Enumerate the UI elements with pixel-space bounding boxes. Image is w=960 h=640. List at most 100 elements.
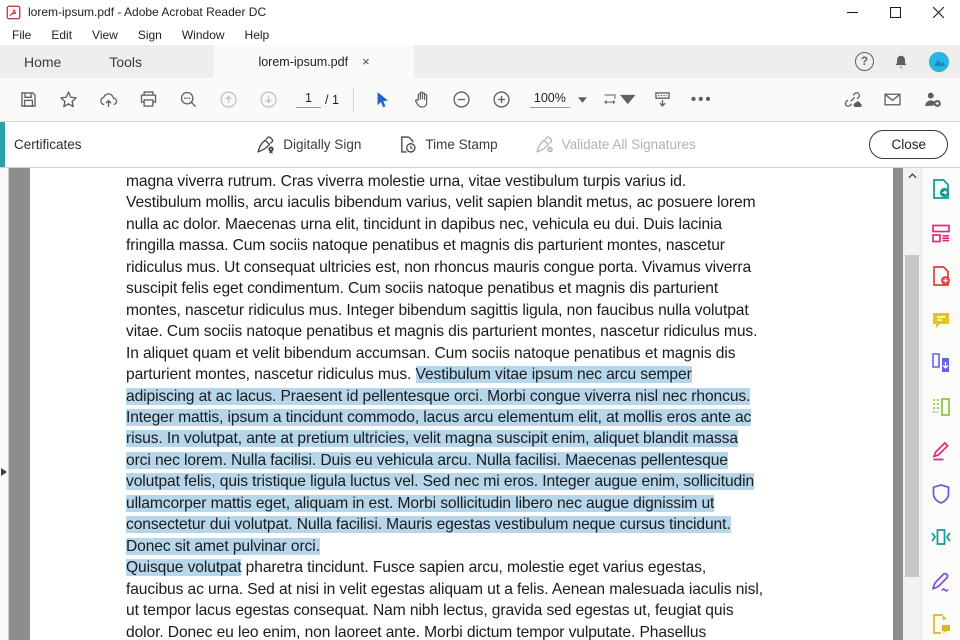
comment-icon[interactable] [929, 308, 953, 332]
document-text-segment[interactable]: Vestibulum mollis, arcu iaculis bibendum… [126, 194, 755, 211]
document-text-segment[interactable]: ut tempor lacus egestas consequat. Nam n… [126, 602, 734, 619]
document-line[interactable]: consectetur dui volutpat. Nulla facilisi… [126, 514, 893, 535]
document-line[interactable]: ridiculus mus. Ut consequat ultricies es… [126, 257, 893, 278]
menu-help[interactable]: Help [235, 26, 280, 44]
document-line[interactable]: Quisque volutpat pharetra tincidunt. Fus… [126, 557, 893, 578]
upload-cloud-icon[interactable] [95, 87, 121, 113]
zoom-out-icon[interactable] [449, 87, 475, 113]
document-line[interactable]: volutpat felis, quis tristique ligula lu… [126, 471, 893, 492]
save-icon[interactable] [15, 87, 41, 113]
document-line[interactable]: orci nec lorem. Nulla facilisi. Duis eu … [126, 450, 893, 471]
hand-tool-icon[interactable] [409, 87, 435, 113]
selected-text[interactable]: Integer mattis, ipsum a tincidunt commod… [126, 409, 751, 426]
search-icon[interactable] [175, 87, 201, 113]
close-button[interactable]: Close [869, 130, 948, 159]
share-link-icon[interactable] [839, 87, 865, 113]
selected-text[interactable]: Donec sit amet pulvinar orci. [126, 538, 320, 555]
user-avatar[interactable] [928, 51, 950, 73]
previous-page-icon[interactable] [215, 87, 241, 113]
document-text-segment[interactable]: fringilla massa. Cum sociis natoque pena… [126, 237, 725, 254]
document-line[interactable]: fringilla massa. Cum sociis natoque pena… [126, 235, 893, 256]
validate-all-signatures-button[interactable]: Validate All Signatures [534, 134, 696, 155]
document-line[interactable]: In aliquet quam et velit bibendum accums… [126, 343, 893, 364]
document-text-segment[interactable]: parturient montes, nascetur ridiculus mu… [126, 366, 416, 383]
tab-close-icon[interactable]: × [362, 55, 370, 68]
selected-text[interactable]: volutpat felis, quis tristique ligula lu… [126, 473, 754, 490]
zoom-level-value[interactable]: 100% [530, 91, 570, 108]
document-line[interactable]: montes, nascetur ridiculus mus. Integer … [126, 300, 893, 321]
document-text-segment[interactable]: pharetra tincidunt. Fusce sapien arcu, m… [241, 559, 706, 576]
document-text-segment[interactable]: In aliquet quam et velit bibendum accums… [126, 345, 735, 362]
select-tool-icon[interactable] [369, 87, 395, 113]
email-icon[interactable] [879, 87, 905, 113]
page-number-input[interactable]: 1 [296, 91, 321, 108]
menu-edit[interactable]: Edit [41, 26, 82, 44]
document-text-segment[interactable]: faucibus ac urna. Sed at nisi in velit e… [126, 581, 763, 598]
maximize-icon[interactable] [874, 0, 917, 24]
navigation-pane-collapsed[interactable] [0, 168, 9, 640]
compress-pdf-icon[interactable] [929, 525, 953, 549]
scroll-up-icon[interactable] [903, 168, 921, 183]
document-text-segment[interactable]: nulla ac dolor. Maecenas urna elit, tinc… [126, 216, 722, 233]
close-icon[interactable] [917, 0, 960, 24]
print-icon[interactable] [135, 87, 161, 113]
highlight-icon[interactable] [929, 438, 953, 462]
star-icon[interactable] [55, 87, 81, 113]
scroll-mode-icon[interactable] [650, 87, 676, 113]
document-line[interactable]: Vestibulum mollis, arcu iaculis bibendum… [126, 192, 893, 213]
document-line[interactable]: ullamcorper mattis eget, aliquam in est.… [126, 493, 893, 514]
document-line[interactable]: faucibus ac urna. Sed at nisi in velit e… [126, 579, 893, 600]
document-line[interactable]: Integer mattis, ipsum a tincidunt commod… [126, 407, 893, 428]
document-line[interactable]: nulla ac dolor. Maecenas urna elit, tinc… [126, 214, 893, 235]
tab-home[interactable]: Home [0, 45, 85, 78]
selected-text[interactable]: ullamcorper mattis eget, aliquam in est.… [126, 495, 714, 512]
fill-sign-icon[interactable] [929, 569, 953, 593]
edit-pdf-icon[interactable] [929, 221, 953, 245]
add-user-icon[interactable] [919, 87, 945, 113]
notifications-bell-icon[interactable] [891, 52, 911, 72]
create-pdf-icon[interactable] [929, 264, 953, 288]
expand-panel-icon[interactable] [1, 468, 7, 476]
selected-text[interactable]: Quisque volutpat [126, 559, 241, 576]
menu-file[interactable]: File [2, 26, 41, 44]
help-icon[interactable]: ? [855, 52, 874, 71]
document-text-segment[interactable]: montes, nascetur ridiculus mus. Integer … [126, 302, 749, 319]
document-line[interactable]: magna viverra rutrum. Cras viverra moles… [126, 171, 893, 192]
pdf-page[interactable]: magna viverra rutrum. Cras viverra moles… [30, 168, 893, 640]
document-text-segment[interactable]: ridiculus mus. Ut consequat ultricies es… [126, 259, 751, 276]
tab-document[interactable]: lorem-ipsum.pdf × [214, 45, 414, 78]
fit-width-icon[interactable] [602, 87, 636, 113]
next-page-icon[interactable] [255, 87, 281, 113]
document-line[interactable]: ut tempor lacus egestas consequat. Nam n… [126, 600, 893, 621]
export-pdf-icon[interactable] [929, 177, 953, 201]
document-line[interactable]: vitae. Cum sociis natoque penatibus et m… [126, 321, 893, 342]
protect-icon[interactable] [929, 482, 953, 506]
document-line[interactable]: adipiscing at ac lacus. Praesent id pell… [126, 386, 893, 407]
document-line[interactable]: parturient montes, nascetur ridiculus mu… [126, 364, 893, 385]
document-text-segment[interactable]: suscipit felis eget condimentum. Cum soc… [126, 280, 718, 297]
document-text-segment[interactable]: magna viverra rutrum. Cras viverra moles… [126, 173, 686, 190]
time-stamp-button[interactable]: Time Stamp [397, 134, 497, 155]
more-options-icon[interactable]: ••• [691, 91, 713, 108]
digitally-sign-button[interactable]: Digitally Sign [255, 134, 361, 155]
selected-text[interactable]: orci nec lorem. Nulla facilisi. Duis eu … [126, 452, 728, 469]
send-for-comments-icon[interactable] [929, 612, 953, 636]
zoom-control[interactable]: 100% [530, 91, 587, 108]
document-text-segment[interactable]: dolor. Donec eu leo enim, non laoreet an… [126, 624, 706, 640]
menu-view[interactable]: View [82, 26, 128, 44]
vertical-scrollbar[interactable] [903, 168, 921, 640]
document-line[interactable]: dolor. Donec eu leo enim, non laoreet an… [126, 622, 893, 640]
menu-sign[interactable]: Sign [128, 26, 172, 44]
selected-text[interactable]: adipiscing at ac lacus. Praesent id pell… [126, 388, 750, 405]
minimize-icon[interactable] [831, 0, 874, 24]
organize-pages-icon[interactable] [929, 395, 953, 419]
combine-files-icon[interactable] [929, 351, 953, 375]
scrollbar-thumb[interactable] [905, 255, 919, 577]
zoom-in-icon[interactable] [489, 87, 515, 113]
selected-text[interactable]: risus. In volutpat, ante at pretium ultr… [126, 430, 738, 447]
document-line[interactable]: risus. In volutpat, ante at pretium ultr… [126, 428, 893, 449]
zoom-caret-icon[interactable] [578, 97, 587, 103]
document-line[interactable]: suscipit felis eget condimentum. Cum soc… [126, 278, 893, 299]
selected-text[interactable]: Vestibulum vitae ipsum nec arcu semper [416, 366, 692, 383]
tab-tools[interactable]: Tools [85, 45, 166, 78]
